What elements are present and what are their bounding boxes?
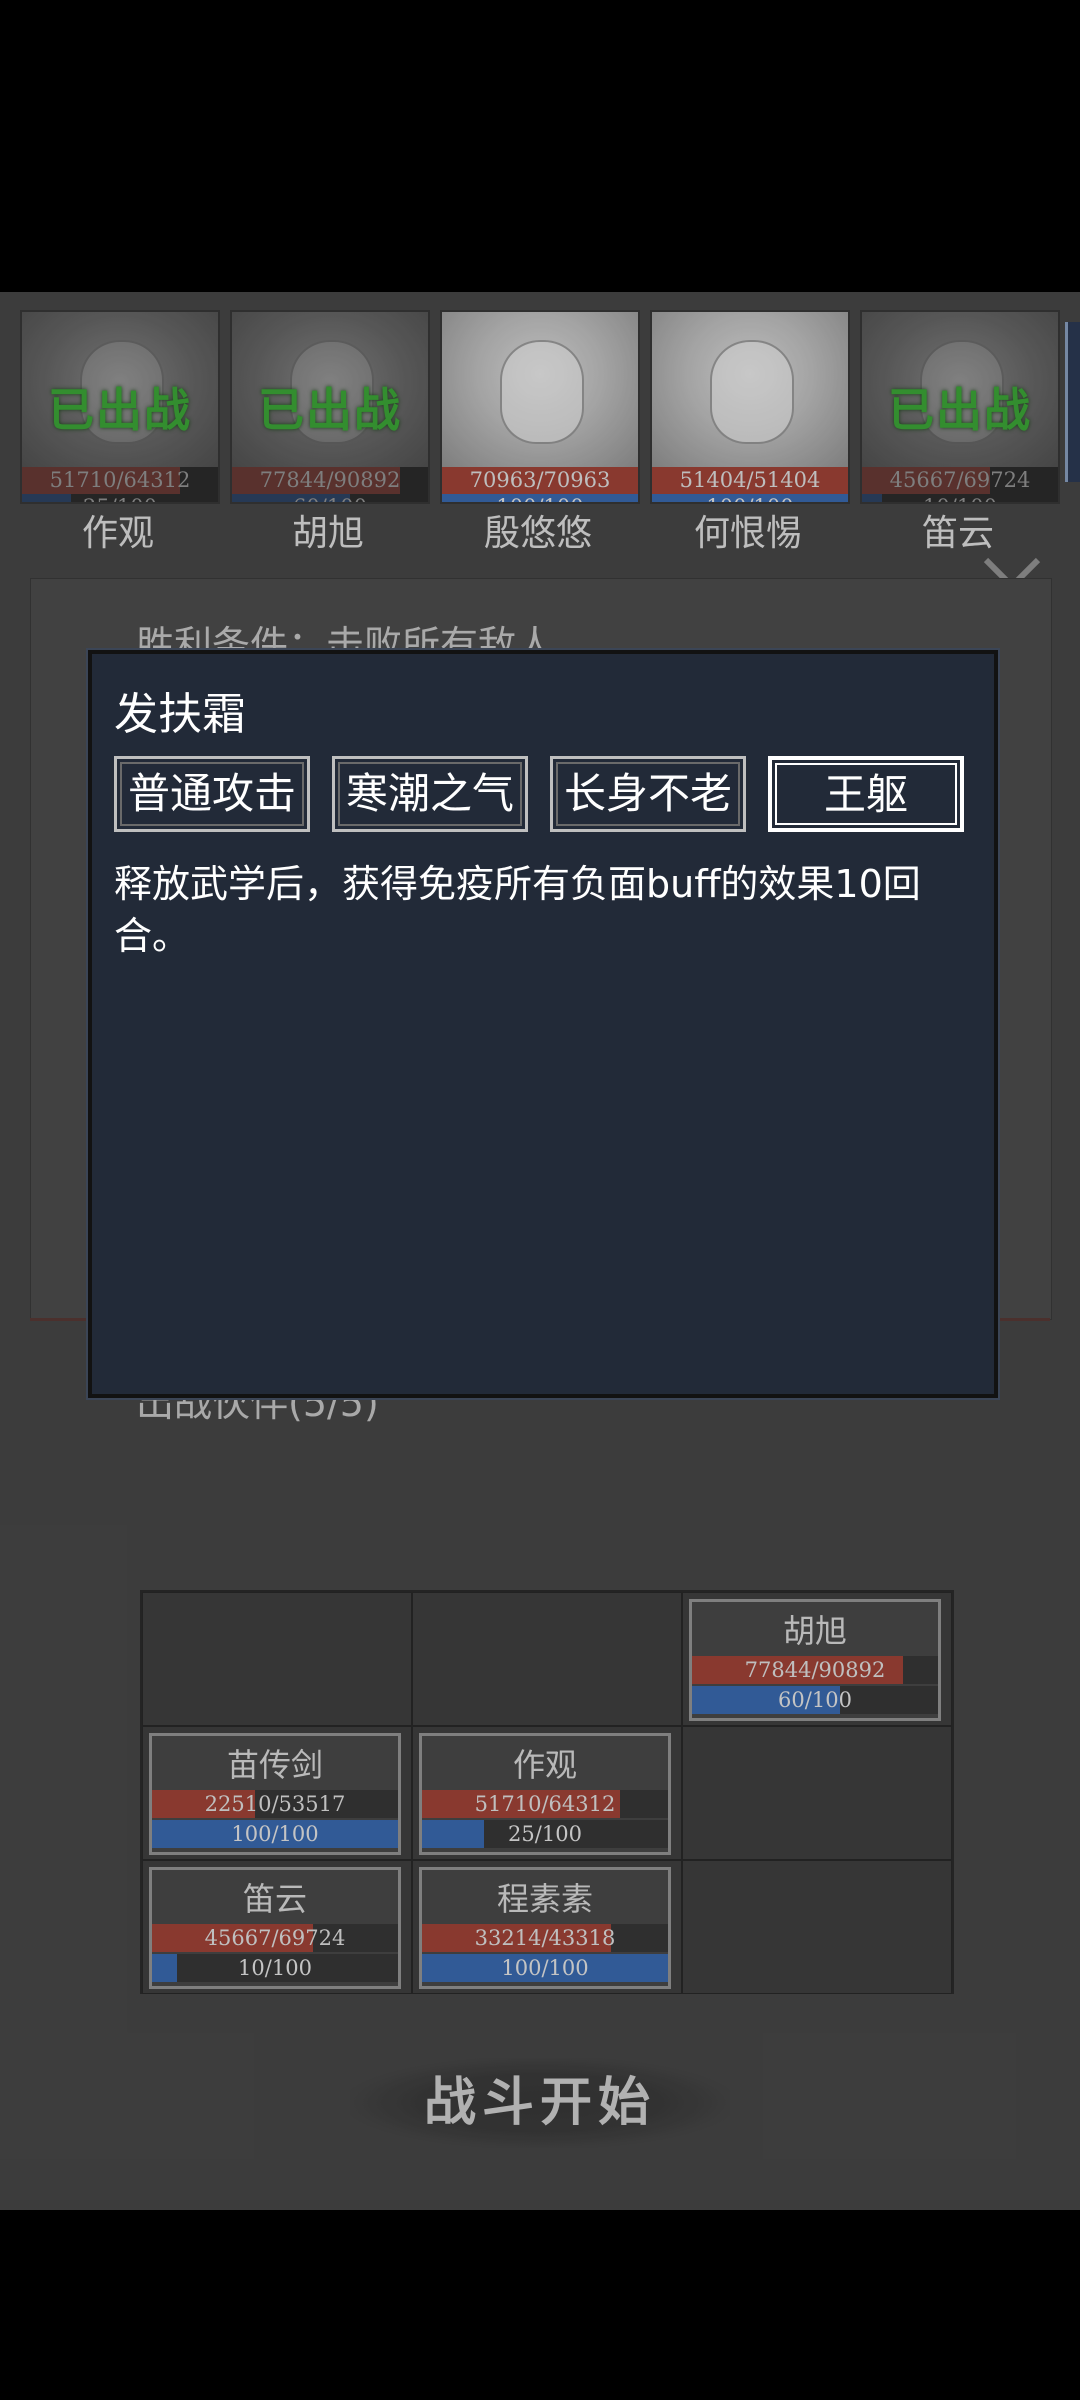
tab-normal-attack[interactable]: 普通攻击 (114, 756, 310, 832)
game-screen: 已出战 51710/64312 25/100 作观 已出战 77844/9089… (0, 292, 1080, 2210)
tab-king-body[interactable]: 王躯 (768, 756, 964, 832)
status-bar-area (0, 0, 1080, 292)
skill-tabs: 普通攻击 寒潮之气 长身不老 王躯 (114, 756, 974, 840)
dialog-title: 发扶霜 (114, 689, 246, 740)
tab-eternal-youth[interactable]: 长身不老 (550, 756, 746, 832)
skill-description: 释放武学后，获得免疫所有负面buff的效果10回合。 (114, 862, 921, 958)
tab-cold-tide[interactable]: 寒潮之气 (332, 756, 528, 832)
skill-dialog: 发扶霜 普通攻击 寒潮之气 长身不老 王躯 释放武学后，获得免疫所有负面buff… (88, 650, 998, 1398)
navigation-bar-area (0, 2210, 1080, 2400)
